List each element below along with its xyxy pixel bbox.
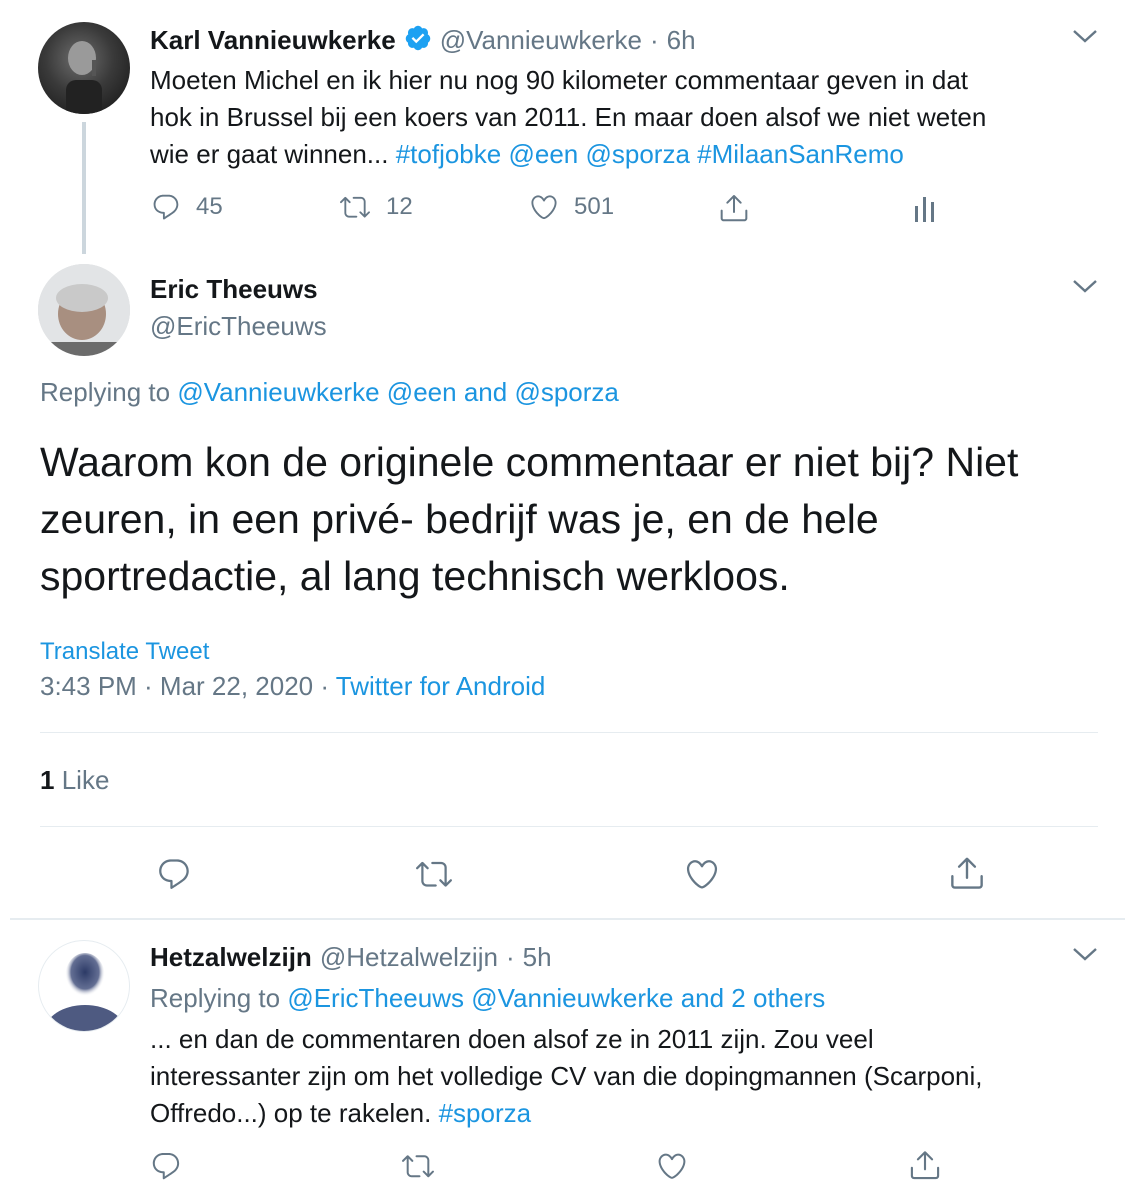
tweet1-text: Moeten Michel en ik hier nu nog 90 kilom… [150,62,1090,173]
tweet2-text-line1: Waarom kon de originele commentaar er ni… [40,439,1019,485]
reply-icon [152,1152,180,1180]
heart-icon [531,195,557,220]
tweet1-separator: · [649,25,659,55]
tweet3-text-line3-plain: Offredo...) op te rakelen. [150,1098,432,1128]
tweet2-text-line2: zeuren, in een privé- bedrijf was je, en… [40,496,879,542]
divider [40,732,1098,733]
tweet2-reply-and: and [463,377,508,407]
tweet3-text-line2: interessanter zijn om het volledige CV v… [150,1061,983,1091]
tweet1-reply-count: 45 [196,193,223,220]
tweet1-mention-sporza[interactable]: @sporza [585,139,689,169]
share-icon [720,195,748,222]
tweet3-text: ... en dan de commentaren doen alsof ze … [150,1021,1110,1132]
tweet1-author-name[interactable]: Karl Vannieuwkerke [150,25,396,56]
avatar-karl[interactable] [38,22,130,114]
analytics-icon [915,197,934,222]
tweet1-time[interactable]: 6h [667,25,696,56]
tweet2-text-line3: sportredactie, al lang technisch werkloo… [40,553,790,599]
tweet2-share-button[interactable] [948,854,986,897]
tweet3-like-button[interactable] [656,1150,688,1187]
tweet1-header: Karl Vannieuwkerke @Vannieuwkerke · 6h [150,24,696,57]
tweet1-text-line3-plain: wie er gaat winnen... [150,139,389,169]
tweet2-author-name[interactable]: Eric Theeuws [150,274,318,305]
retweet-icon [402,1155,434,1178]
reply-icon [153,194,179,220]
tweet2-retweet-button[interactable] [414,856,454,897]
tweet3-reply-button[interactable] [150,1150,182,1187]
tweet1-text-line2: hok in Brussel bij een koers van 2011. E… [150,102,987,132]
chevron-down-icon[interactable] [1072,946,1098,967]
avatar-eric[interactable] [38,264,130,356]
tweet1-mention-een[interactable]: @een [508,139,578,169]
tweet3-share-button[interactable] [908,1148,942,1187]
tweet1-share-button[interactable] [718,192,750,229]
tweet2-replying-to: Replying to @Vannieuwkerke @een and @spo… [40,377,619,408]
tweet1-text-line3: wie er gaat winnen... #tofjobke @een @sp… [150,136,1090,173]
tweet2-handle[interactable]: @EricTheeuws [150,311,327,342]
tweet3-reply-mention-vannieuwkerke[interactable]: @Vannieuwkerke [471,983,673,1013]
avatar-karl-image [66,41,102,114]
tweet2-text: Waarom kon de originele commentaar er ni… [40,434,1100,605]
tweet2-likes-stat[interactable]: 1 Like [40,765,109,796]
heart-icon [658,1153,686,1179]
tweet1-like-button[interactable]: 501 [528,192,614,222]
retweet-icon [416,861,452,887]
tweet1-retweet-count: 12 [386,193,413,220]
tweet1-text-line1: Moeten Michel en ik hier nu nog 90 kilom… [150,65,968,95]
reply-icon [159,859,189,889]
tweet2-reply-button[interactable] [156,856,192,897]
tweet3-reply-mention-erictheeuws[interactable]: @EricTheeuws [287,983,464,1013]
tweet1-hashtag-milaansanremo[interactable]: #MilaanSanRemo [697,139,904,169]
verified-badge-icon [404,24,432,57]
tweet1-like-count: 501 [574,193,615,220]
tweet2-reply-mention-een[interactable]: @een [387,377,457,407]
divider [40,826,1098,827]
tweet2-timestamp[interactable]: 3:43 PM · Mar 22, 2020 · [40,671,329,701]
translate-tweet-link[interactable]: Translate Tweet [40,638,209,666]
tweet3-separator: · [505,942,515,972]
thread-line [82,122,86,254]
tweet2-replying-prefix: Replying to [40,377,171,407]
tweet1-reply-button[interactable]: 45 [150,192,223,222]
tweet3-replying-prefix: Replying to [150,983,281,1013]
tweet1-hashtag-tofjobke[interactable]: #tofjobke [396,139,502,169]
tweet2-meta: 3:43 PM · Mar 22, 2020 · Twitter for And… [40,671,545,702]
tweet3-reply-others[interactable]: and 2 others [681,983,826,1013]
avatar-eric-image [38,264,130,356]
chevron-down-icon[interactable] [1072,28,1098,49]
tweet3-retweet-button[interactable] [400,1150,436,1187]
tweet1-retweet-button[interactable]: 12 [338,192,413,222]
tweet3-author-name[interactable]: Hetzalwelzijn [150,942,312,973]
tweet3-time[interactable]: 5h [523,942,552,973]
tweet3-text-line3: Offredo...) op te rakelen. #sporza [150,1095,1110,1132]
tweet2-source[interactable]: Twitter for Android [336,671,546,701]
tweet2-likes-label: Like [61,765,110,795]
avatar-hetzalwelzijn[interactable] [38,940,130,1032]
heart-icon [686,860,718,889]
divider [10,918,1125,920]
tweet3-replying-to: Replying to @EricTheeuws @Vannieuwkerke … [150,983,825,1014]
tweet3-hashtag-sporza[interactable]: #sporza [439,1098,532,1128]
tweet3-text-line1: ... en dan de commentaren doen alsof ze … [150,1024,874,1054]
share-icon [951,857,983,889]
tweet2-reply-mention-vannieuwkerke[interactable]: @Vannieuwkerke [177,377,379,407]
tweet3-header: Hetzalwelzijn @Hetzalwelzijn · 5h [150,942,552,973]
tweet1-handle[interactable]: @Vannieuwkerke [440,25,642,56]
tweet3-handle[interactable]: @Hetzalwelzijn [320,942,498,973]
retweet-icon [340,196,370,218]
chevron-down-icon[interactable] [1072,278,1098,299]
tweet2-reply-mention-sporza[interactable]: @sporza [514,377,618,407]
tweet1-analytics-button[interactable] [910,194,940,229]
avatar-hetzalwelzijn-image [45,953,125,1031]
tweet2-like-button[interactable] [684,856,720,897]
tweet2-likes-count: 1 [40,765,55,795]
share-icon [910,1151,940,1180]
